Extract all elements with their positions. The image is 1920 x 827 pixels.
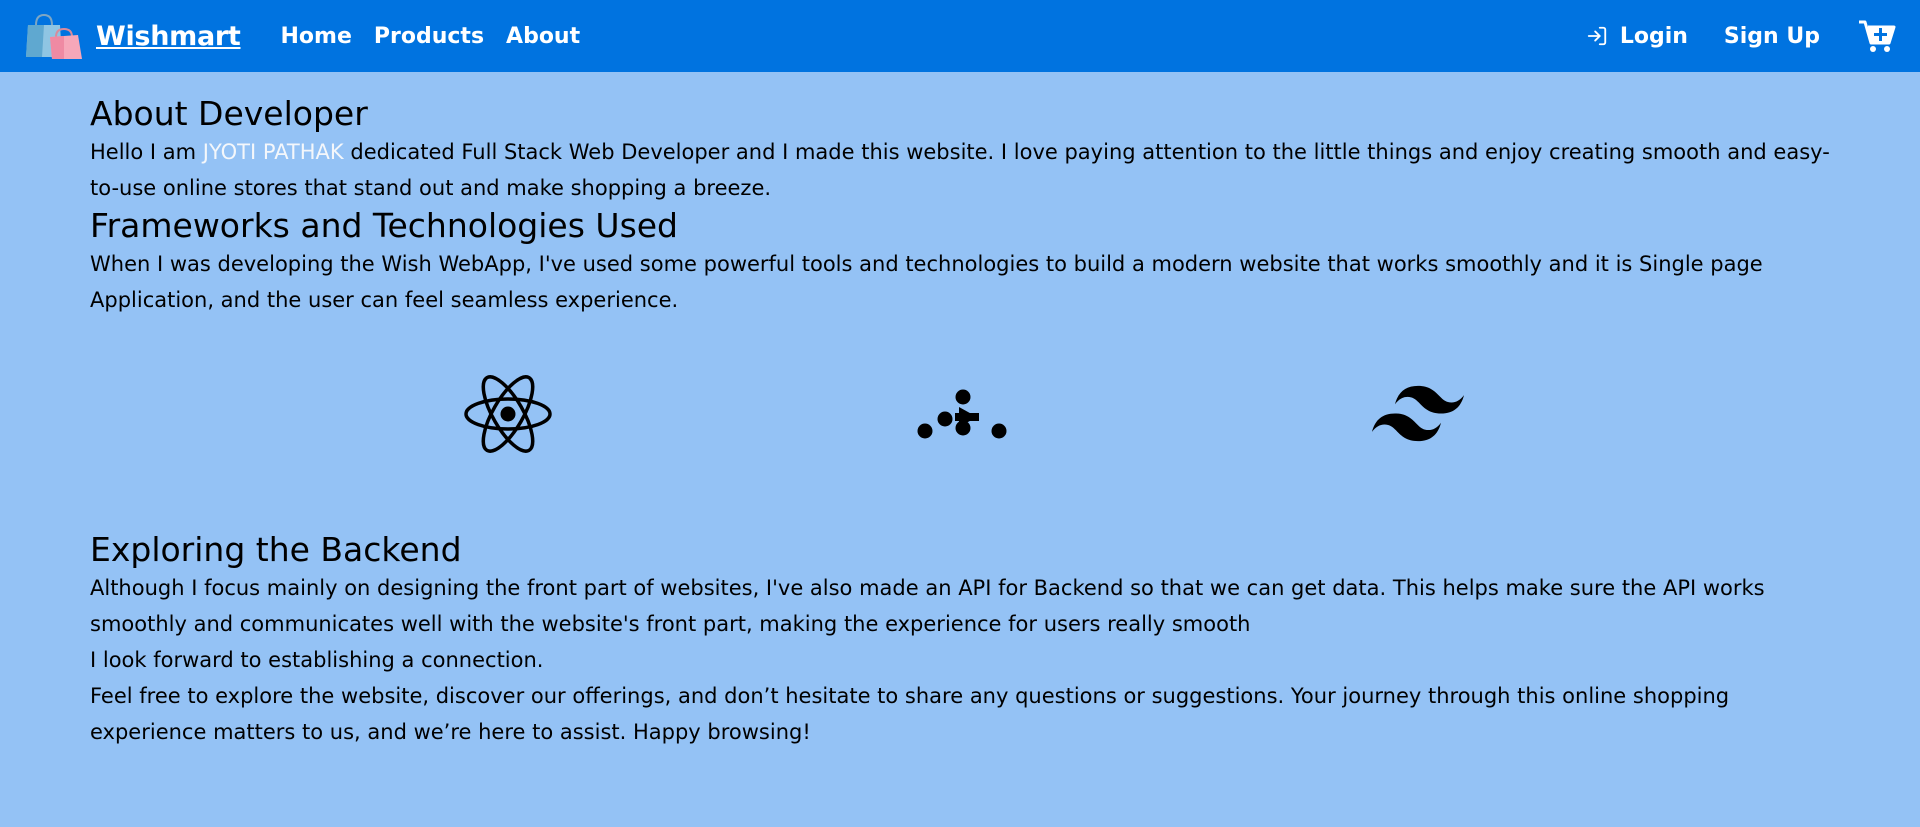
brand-link[interactable]: Wishmart [96,21,241,52]
developer-name: JYOTI PATHAK [202,140,344,164]
about-paragraph: Hello I am JYOTI PATHAK dedicated Full S… [90,134,1830,206]
backend-paragraph-1: Although I focus mainly on designing the… [90,576,1765,636]
backend-section: Exploring the Backend Although I focus m… [90,530,1830,750]
frameworks-paragraph: When I was developing the Wish WebApp, I… [90,252,1763,312]
about-section: About Developer Hello I am JYOTI PATHAK … [90,94,1830,206]
signup-button[interactable]: Sign Up [1724,24,1820,49]
nav-home[interactable]: Home [281,24,352,49]
redux-icon [913,364,1013,464]
backend-paragraph-3: Feel free to explore the website, discov… [90,684,1730,744]
frameworks-title: Frameworks and Technologies Used [90,206,679,245]
cart-plus-icon[interactable] [1858,19,1896,53]
login-label: Login [1619,23,1688,49]
about-intro-before: Hello I am [90,140,203,164]
tailwind-icon [1368,364,1468,464]
nav-products[interactable]: Products [374,24,484,49]
about-intro-after: dedicated Full Stack Web Developer and I… [90,140,1830,200]
nav-right: Login Sign Up [1586,0,1896,72]
frameworks-section: Frameworks and Technologies Used When I … [90,206,1830,464]
main-content: About Developer Hello I am JYOTI PATHAK … [0,72,1920,750]
login-button[interactable]: Login [1586,24,1688,49]
tech-icons-row [458,364,1468,464]
backend-paragraph-2: I look forward to establishing a connect… [90,648,544,672]
nav-left: Wishmart Home Products About [24,0,580,72]
login-icon [1587,26,1606,46]
navbar: Wishmart Home Products About Login Sign … [0,0,1920,72]
nav-about[interactable]: About [506,24,580,49]
react-icon [458,364,558,464]
shopping-bags-icon[interactable] [24,11,86,61]
backend-title: Exploring the Backend [90,530,462,569]
about-title: About Developer [90,94,368,133]
